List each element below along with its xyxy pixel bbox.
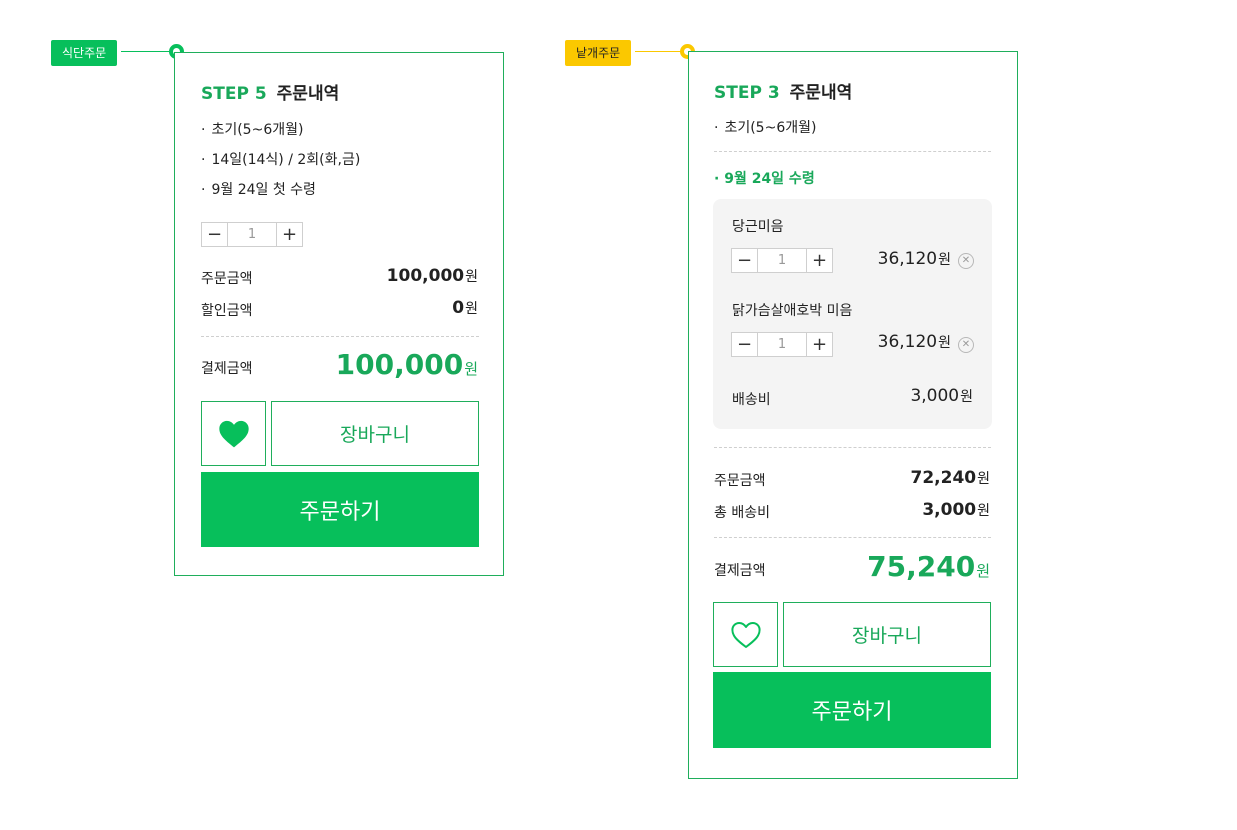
wishlist-button[interactable] [201, 401, 266, 466]
tag-single-order: 낱개주문 [565, 40, 632, 66]
minus-button[interactable]: − [732, 249, 758, 272]
amount-number: 36,120 [877, 332, 938, 352]
discount-value: 0원 [452, 298, 478, 318]
step-label: STEP 5 [201, 84, 267, 104]
discount-label: 할인금액 [201, 303, 253, 319]
list-item: · 초기(5~6개월) [201, 119, 303, 139]
amount-number: 36,120 [877, 249, 938, 269]
currency-unit: 원 [977, 471, 990, 487]
divider [201, 336, 479, 337]
cart-button[interactable]: 장바구니 [783, 602, 991, 667]
list-item-text: 초기(5~6개월) [724, 120, 817, 136]
quantity-stepper: − 1 + [731, 332, 833, 357]
step-label: STEP 3 [714, 83, 780, 103]
bullet: · [714, 171, 725, 187]
amount-number: 75,240 [867, 550, 976, 583]
amount-number: 0 [452, 298, 465, 318]
heart-filled-icon [218, 420, 249, 447]
bullet: · [201, 182, 206, 198]
remove-item-icon[interactable]: ✕ [958, 253, 974, 269]
list-item-text: 초기(5~6개월) [211, 122, 304, 138]
product-price: 36,120원 [878, 249, 951, 269]
currency-unit: 원 [938, 335, 951, 351]
product-price: 36,120원 [878, 332, 951, 352]
bullet: · [201, 122, 206, 138]
pay-amount-value: 100,000원 [336, 348, 478, 381]
list-item-text: 9월 24일 첫 수령 [211, 182, 316, 198]
product-name: 당근미음 [732, 219, 784, 235]
product-name: 닭가슴살애호박 미음 [732, 303, 853, 319]
bullet: · [714, 120, 719, 136]
amount-number: 100,000 [335, 348, 464, 381]
quantity-value[interactable]: 1 [228, 223, 276, 246]
heart-outline-icon [730, 621, 761, 648]
pay-amount-label: 결제금액 [201, 361, 253, 377]
currency-unit: 원 [960, 389, 973, 405]
connector-line [121, 51, 173, 52]
shipping-label: 배송비 [732, 392, 771, 408]
delivery-date: · 9월 24일 수령 [714, 168, 815, 188]
total-shipping-value: 3,000원 [922, 500, 990, 520]
quantity-value[interactable]: 1 [758, 249, 806, 272]
currency-unit: 원 [465, 269, 478, 285]
order-amount-value: 72,240원 [911, 468, 991, 488]
plus-button[interactable]: + [806, 333, 832, 356]
divider [714, 151, 991, 152]
connector-line [635, 51, 685, 52]
list-item: · 14일(14식) / 2회(화,금) [201, 149, 360, 169]
order-button[interactable]: 주문하기 [713, 672, 991, 748]
plus-button[interactable]: + [276, 223, 302, 246]
delivery-text: 9월 24일 수령 [724, 171, 815, 187]
quantity-value[interactable]: 1 [758, 333, 806, 356]
list-item-text: 14일(14식) / 2회(화,금) [211, 152, 361, 168]
currency-unit: 원 [977, 503, 990, 519]
tag-meal-order: 식단주문 [51, 40, 118, 66]
order-amount-label: 주문금액 [201, 271, 253, 287]
quantity-stepper: − 1 + [731, 248, 833, 273]
total-shipping-label: 총 배송비 [714, 505, 770, 521]
pay-amount-value: 75,240원 [867, 550, 990, 583]
amount-number: 3,000 [922, 500, 977, 520]
currency-unit: 원 [465, 301, 478, 317]
order-button[interactable]: 주문하기 [201, 472, 479, 547]
divider [714, 537, 991, 538]
list-item: · 9월 24일 첫 수령 [201, 179, 316, 199]
shipping-value: 3,000원 [910, 386, 973, 406]
title-text: 주문내역 [276, 84, 340, 104]
amount-number: 100,000 [386, 266, 465, 286]
divider [714, 447, 991, 448]
remove-item-icon[interactable]: ✕ [958, 337, 974, 353]
wishlist-button[interactable] [713, 602, 778, 667]
plus-button[interactable]: + [806, 249, 832, 272]
minus-button[interactable]: − [202, 223, 228, 246]
section-title: STEP 5 주문내역 [201, 79, 339, 104]
cart-button[interactable]: 장바구니 [271, 401, 479, 466]
currency-unit: 원 [938, 252, 951, 268]
section-title: STEP 3 주문내역 [714, 78, 852, 103]
pay-amount-label: 결제금액 [714, 563, 766, 579]
amount-number: 3,000 [910, 386, 960, 406]
bullet: · [201, 152, 206, 168]
quantity-stepper: − 1 + [201, 222, 303, 247]
order-amount-value: 100,000원 [387, 266, 478, 286]
order-amount-label: 주문금액 [714, 473, 766, 489]
amount-number: 72,240 [910, 468, 977, 488]
currency-unit: 원 [464, 360, 478, 378]
minus-button[interactable]: − [732, 333, 758, 356]
list-item: · 초기(5~6개월) [714, 117, 816, 137]
title-text: 주문내역 [789, 83, 853, 103]
currency-unit: 원 [976, 562, 990, 580]
